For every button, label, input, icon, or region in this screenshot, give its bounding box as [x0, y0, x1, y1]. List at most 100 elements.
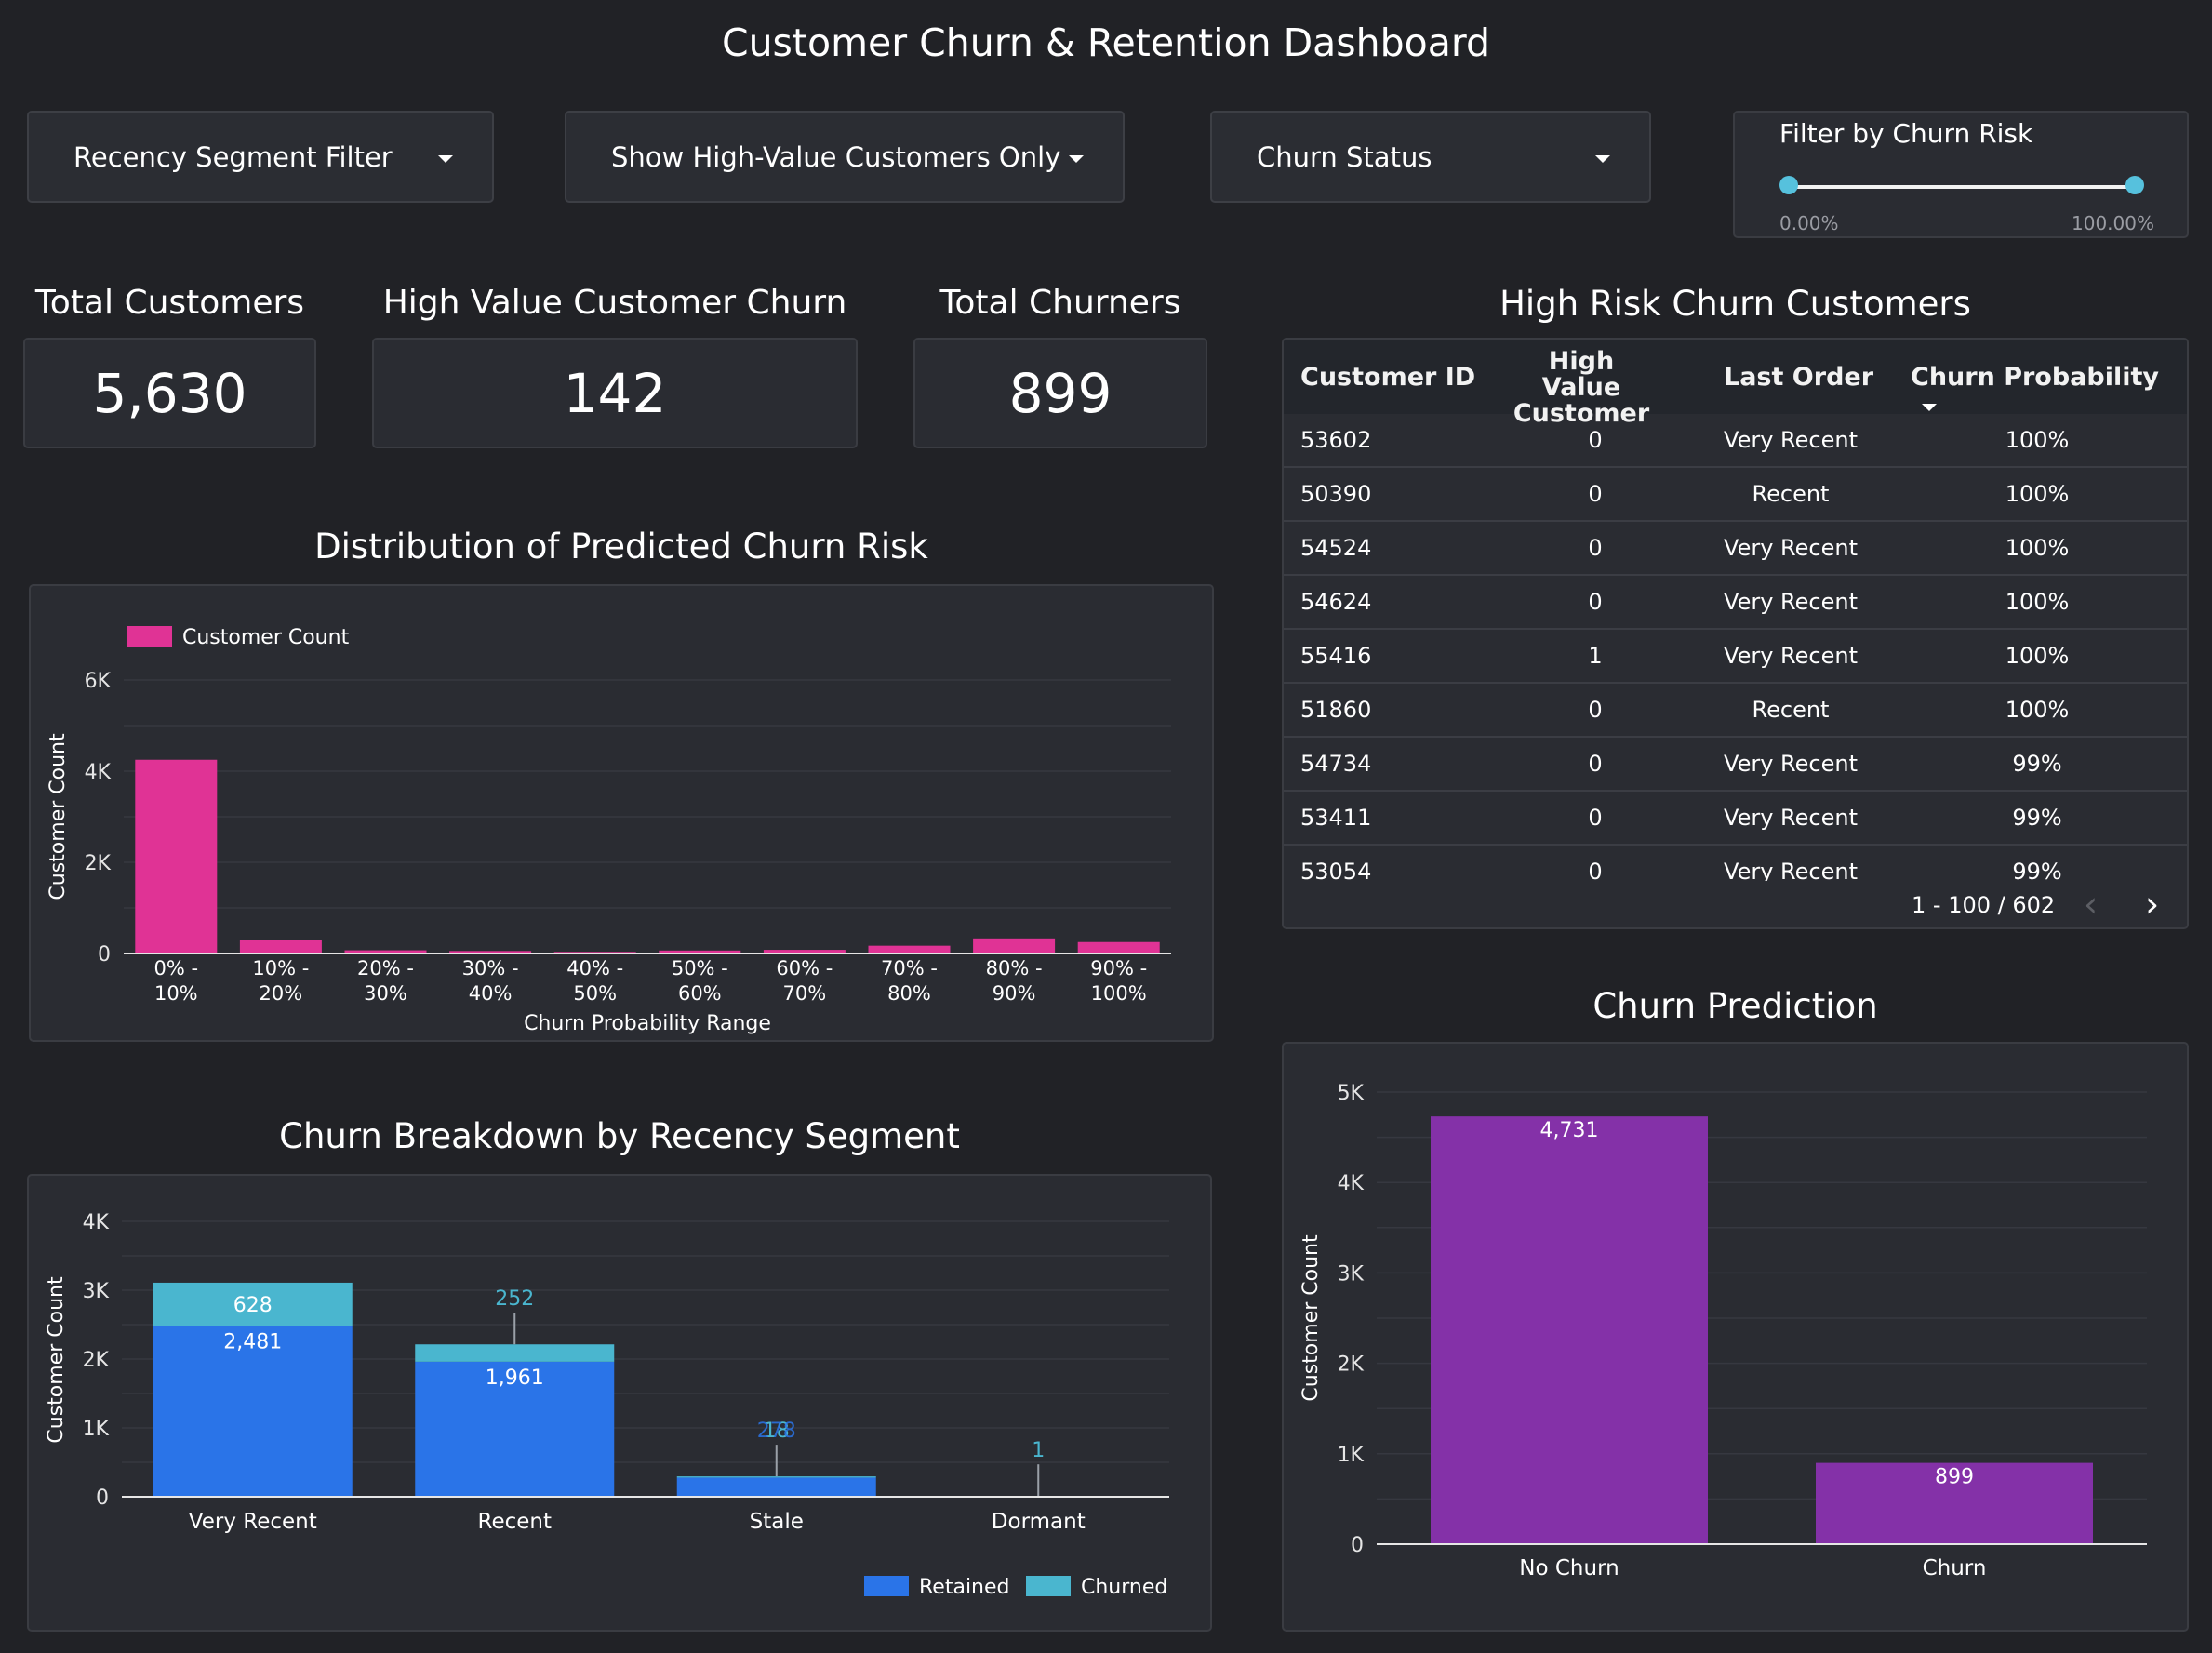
slider-max-handle[interactable]: [2125, 176, 2144, 194]
x-tick-label: Very Recent: [189, 1510, 317, 1534]
bar: [239, 940, 322, 953]
cell-last-order: Very Recent: [1724, 535, 1858, 561]
y-tick-label: 2K: [85, 852, 112, 875]
slider-min-label: 0.00%: [1779, 212, 1839, 234]
cell-last-order: Very Recent: [1724, 589, 1858, 615]
x-tick-label: 10%: [154, 982, 198, 1005]
cell-customer-id: 53411: [1300, 805, 1372, 831]
table-row[interactable]: 54734 0 Very Recent 99%: [1284, 738, 2187, 792]
y-tick-label: 1K: [1338, 1444, 1365, 1467]
y-tick-label: 4K: [1338, 1172, 1365, 1195]
kpi-high-value-churn-value: 142: [563, 361, 667, 425]
cell-last-order: Very Recent: [1724, 859, 1858, 881]
x-tick-label: 30% -: [462, 957, 519, 980]
churn-prediction-title: Churn Prediction: [1592, 986, 1878, 1026]
data-label-retained: 278: [757, 1420, 796, 1443]
cell-customer-id: 53054: [1300, 859, 1372, 881]
x-tick-label: No Churn: [1519, 1556, 1619, 1580]
recency-breakdown-svg: 0 1K 2K 3K 4K 628 2,481 Very Recent 252 1,961 Rece…: [45, 1211, 1169, 1599]
x-tick-label: 50%: [573, 982, 617, 1005]
next-page-icon[interactable]: ›: [2145, 886, 2159, 922]
cell-last-order: Very Recent: [1724, 805, 1858, 831]
x-tick-label: 90%: [993, 982, 1036, 1005]
slider-track[interactable]: [1789, 185, 2135, 189]
cell-churn-probability: 100%: [2005, 535, 2070, 561]
x-tick-label: 50% -: [672, 957, 728, 980]
bar: [659, 950, 741, 953]
cell-churn-probability: 100%: [2005, 427, 2070, 453]
churn-status-filter[interactable]: Churn Status: [1210, 111, 1651, 203]
prev-page-icon[interactable]: ‹: [2084, 886, 2098, 922]
cell-last-order: Recent: [1752, 697, 1830, 723]
y-axis-label: Customer Count: [45, 1276, 68, 1444]
cell-churn-probability: 100%: [2005, 589, 2070, 615]
x-tick-label: 20% -: [357, 957, 414, 980]
caret-down-icon: [1069, 155, 1084, 163]
kpi-total-customers-label: Total Customers: [34, 284, 305, 322]
x-tick-label: 30%: [364, 982, 407, 1005]
churn-risk-distribution-title: Distribution of Predicted Churn Risk: [314, 527, 928, 567]
cell-churn-probability: 100%: [2005, 697, 2070, 723]
cell-churn-probability: 99%: [2012, 805, 2062, 831]
data-label-retained: 2,481: [223, 1330, 282, 1353]
kpi-high-value-churn: 142: [372, 338, 858, 448]
column-header-churn-probability-label: Churn Probability: [1911, 363, 2159, 392]
bar: [344, 950, 427, 953]
legend-label: Customer Count: [182, 626, 350, 649]
cell-customer-id: 51860: [1300, 697, 1372, 723]
table-row[interactable]: 55416 1 Very Recent 100%: [1284, 630, 2187, 684]
y-tick-label: 2K: [83, 1349, 110, 1372]
y-tick-label: 3K: [1338, 1262, 1365, 1286]
cell-churn-probability: 100%: [2005, 481, 2070, 507]
cell-customer-id: 54734: [1300, 751, 1372, 777]
table-row[interactable]: 53411 0 Very Recent 99%: [1284, 792, 2187, 846]
kpi-total-customers: 5,630: [23, 338, 316, 448]
bar: [553, 952, 636, 953]
table-body: 53602 0 Very Recent 100% 50390 0 Recent 100% 545…: [1284, 414, 2187, 881]
churn-status-filter-label: Churn Status: [1257, 140, 1432, 173]
bar-retained: [676, 1477, 876, 1497]
legend-swatch: [1026, 1576, 1071, 1596]
churn-risk-distribution-chart: 0 2K 4K 6K 0% -10% 10% -20% 20% -30% 30% -40% 40…: [29, 584, 1214, 1042]
cell-customer-id: 50390: [1300, 481, 1372, 507]
table-row[interactable]: 53054 0 Very Recent 99%: [1284, 846, 2187, 881]
legend-swatch: [127, 626, 172, 647]
table-row[interactable]: 54624 0 Very Recent 100%: [1284, 576, 2187, 630]
y-axis-label: Customer Count: [1299, 1234, 1323, 1402]
table-row[interactable]: 54524 0 Very Recent 100%: [1284, 522, 2187, 576]
y-axis-label: Customer Count: [47, 733, 70, 900]
table-row[interactable]: 51860 0 Recent 100%: [1284, 684, 2187, 738]
sort-desc-icon[interactable]: [1922, 403, 1937, 411]
column-header-churn-probability[interactable]: Churn Probability: [1911, 363, 2187, 420]
table-row[interactable]: 53602 0 Very Recent 100%: [1284, 414, 2187, 468]
bar: [1431, 1116, 1708, 1544]
data-label-retained: 1,961: [486, 1366, 544, 1390]
cell-customer-id: 53602: [1300, 427, 1372, 453]
y-tick-label: 0: [96, 1486, 109, 1510]
slider-min-handle[interactable]: [1779, 176, 1798, 194]
cell-last-order: Very Recent: [1724, 643, 1858, 669]
bar-churned: [676, 1476, 876, 1478]
caret-down-icon: [1595, 155, 1610, 163]
cell-last-order: Very Recent: [1724, 427, 1858, 453]
page-title: Customer Churn & Retention Dashboard: [721, 20, 1491, 65]
kpi-high-value-churn-label: High Value Customer Churn: [382, 284, 847, 322]
column-header-customer-id[interactable]: Customer ID: [1300, 363, 1475, 392]
x-axis-label: Churn Probability Range: [524, 1012, 771, 1035]
churn-risk-slider: Filter by Churn Risk 0.00% 100.00%: [1733, 111, 2189, 238]
column-header-last-order[interactable]: Last Order: [1724, 363, 1873, 392]
high-value-filter[interactable]: Show High-Value Customers Only: [565, 111, 1125, 203]
bar: [868, 945, 951, 953]
recency-segment-filter[interactable]: Recency Segment Filter: [27, 111, 494, 203]
legend-label: Retained: [919, 1576, 1010, 1599]
cell-last-order: Very Recent: [1724, 751, 1858, 777]
x-tick-label: Stale: [750, 1510, 804, 1534]
pagination-text: 1 - 100 / 602: [1912, 892, 2056, 918]
cell-customer-id: 55416: [1300, 643, 1372, 669]
y-tick-label: 1K: [83, 1418, 110, 1441]
table-row[interactable]: 50390 0 Recent 100%: [1284, 468, 2187, 522]
bar: [1077, 941, 1160, 953]
table-title: High Risk Churn Customers: [1499, 284, 1971, 324]
y-tick-label: 5K: [1338, 1082, 1365, 1105]
cell-customer-id: 54524: [1300, 535, 1372, 561]
